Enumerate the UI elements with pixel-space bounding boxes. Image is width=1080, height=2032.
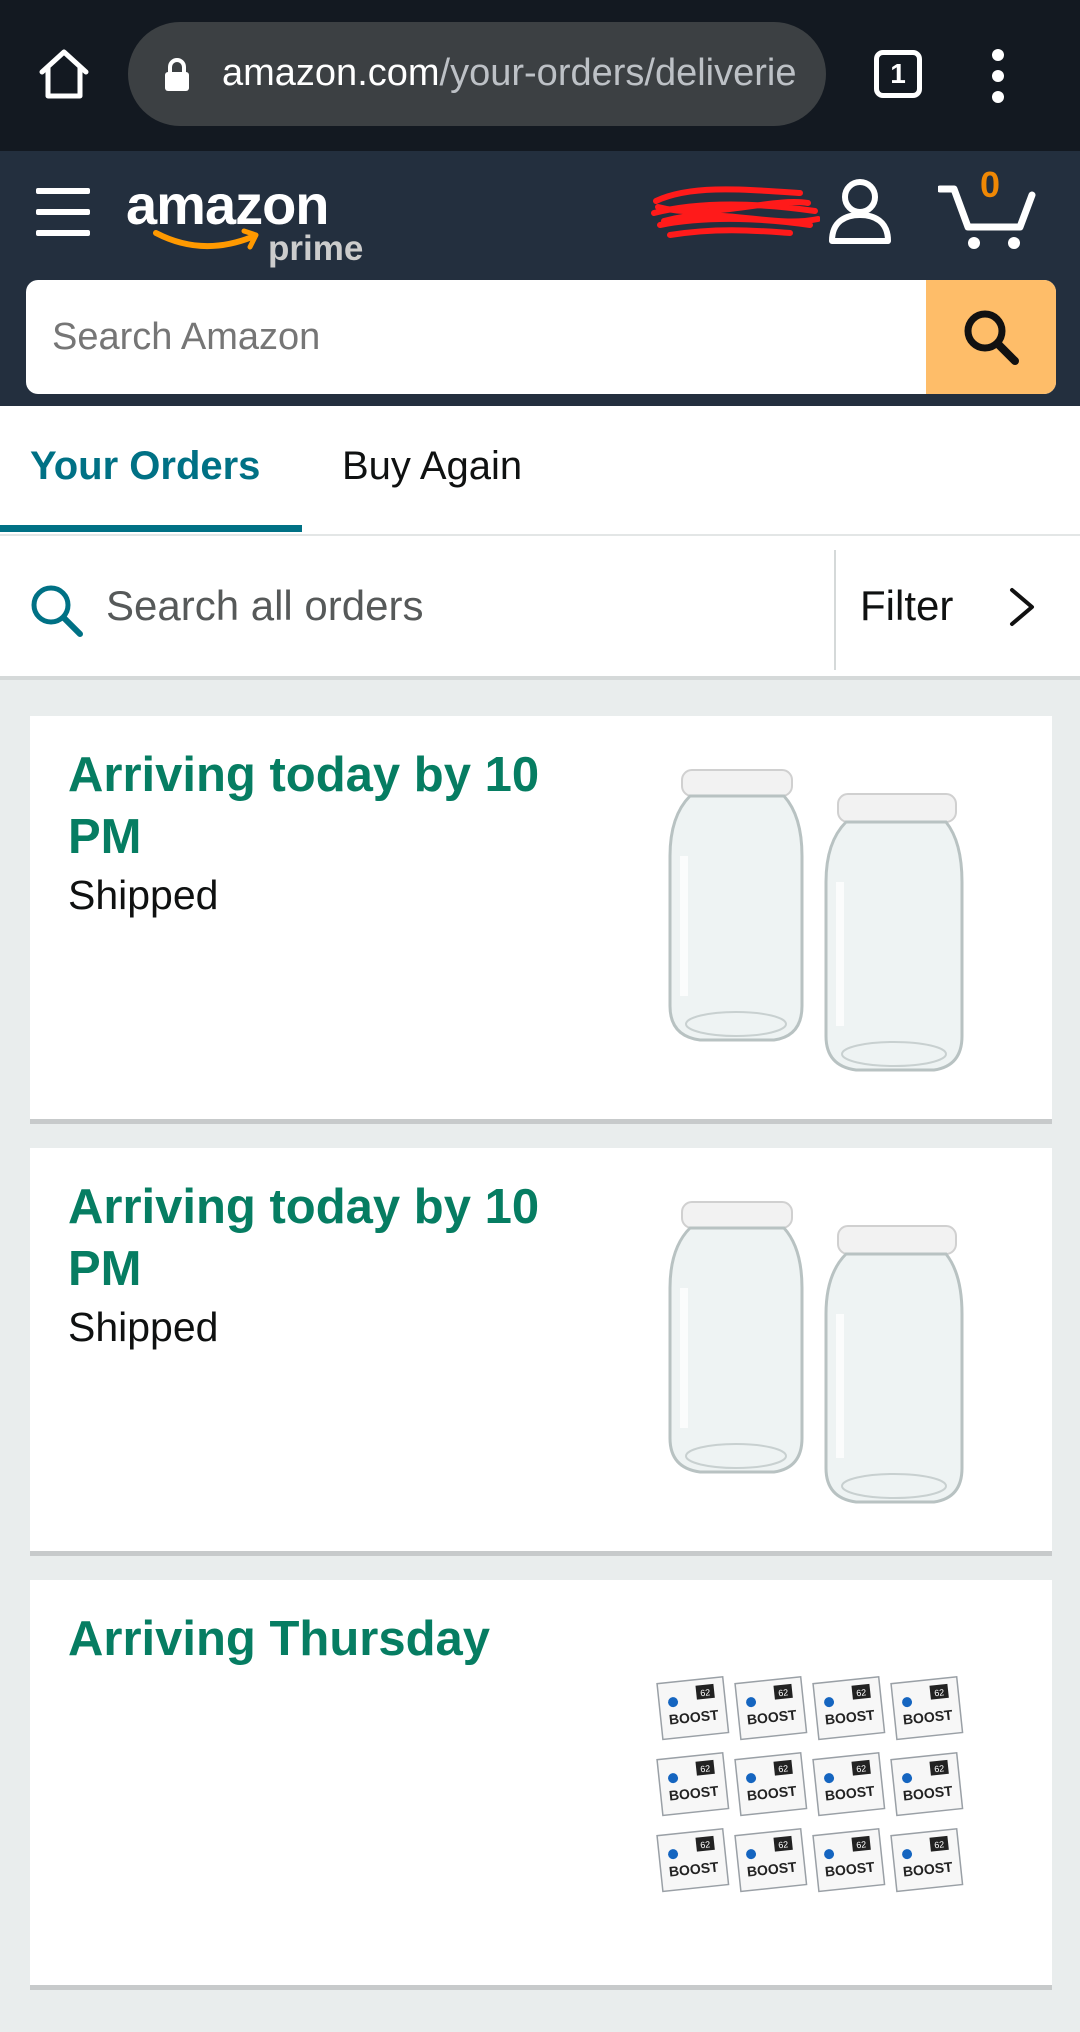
svg-text:62: 62 xyxy=(934,1839,945,1850)
search-box xyxy=(26,280,1056,394)
search-orders-input[interactable] xyxy=(106,576,796,636)
tab-your-orders[interactable]: Your Orders xyxy=(30,442,260,490)
boost-pack: 62BOOST xyxy=(656,1751,730,1817)
orders-tab-bar: Your Orders Buy Again xyxy=(0,406,1080,536)
order-card[interactable]: Arriving Thursday 62 BOOST 62 BOOST 62 BOOST 6… xyxy=(30,1580,1052,1990)
filter-button[interactable]: Filter xyxy=(860,580,953,632)
boost-pack: 62BOOST xyxy=(656,1676,730,1741)
account-icon[interactable] xyxy=(826,177,894,247)
amazon-header: amazon prime 0 xyxy=(0,151,1080,406)
svg-text:62: 62 xyxy=(856,1687,867,1698)
boost-pack: 62BOOST xyxy=(656,1827,730,1893)
svg-text:62: 62 xyxy=(700,1687,711,1698)
svg-text:62: 62 xyxy=(856,1839,867,1850)
delivery-status-title: Arriving today by 10 PM xyxy=(68,1180,540,1296)
lock-icon xyxy=(165,58,189,91)
url-text: amazon.com/your-orders/deliverie xyxy=(222,52,797,94)
glass-jars-image[interactable] xyxy=(640,1188,1010,1508)
boost-pack: 62BOOST xyxy=(734,1676,808,1741)
cart-button[interactable]: 0 xyxy=(936,165,1038,251)
menu-icon[interactable] xyxy=(36,188,90,236)
svg-text:62: 62 xyxy=(700,1763,711,1774)
boost-pack: 62BOOST xyxy=(812,1827,886,1893)
boost-pack: 62BOOST xyxy=(734,1751,808,1817)
boost-pack: 62BOOST xyxy=(890,1751,964,1817)
boost-pack: 62BOOST xyxy=(812,1751,886,1817)
delivery-status-title: Arriving Thursday xyxy=(68,1612,491,1666)
more-menu-icon[interactable] xyxy=(990,48,1006,104)
glass-jars-image[interactable] xyxy=(640,756,1010,1076)
chevron-right-icon[interactable] xyxy=(1008,586,1036,628)
tab-buy-again[interactable]: Buy Again xyxy=(342,442,522,490)
logo-prime-text: prime xyxy=(268,229,364,268)
boost-pack: 62BOOST xyxy=(734,1827,808,1893)
svg-text:62: 62 xyxy=(856,1763,867,1774)
order-card[interactable]: Arriving today by 10 PM Shipped xyxy=(30,1148,1052,1556)
svg-text:62: 62 xyxy=(778,1763,789,1774)
order-search-bar: Filter xyxy=(0,536,1080,680)
shipping-status: Shipped xyxy=(68,1304,219,1350)
svg-text:62: 62 xyxy=(934,1763,945,1774)
amazon-search-input[interactable] xyxy=(26,280,926,394)
redacted-scribble xyxy=(651,186,820,238)
delivery-status-title: Arriving today by 10 PM xyxy=(68,748,540,864)
boost-packs-image[interactable]: 62BOOST62BOOST62BOOST62BOOST62BOOST62BOO… xyxy=(656,1676,986,1916)
boost-pack: 62BOOST xyxy=(890,1827,964,1893)
tab-switcher-button[interactable]: 1 xyxy=(874,50,922,98)
search-button[interactable] xyxy=(926,280,1056,394)
svg-text:62: 62 xyxy=(700,1839,711,1850)
address-bar[interactable]: amazon.com/your-orders/deliverie xyxy=(128,22,826,126)
divider xyxy=(834,550,836,670)
boost-pack: 62BOOST xyxy=(812,1676,886,1741)
svg-text:62: 62 xyxy=(934,1687,945,1698)
search-icon xyxy=(964,310,1019,365)
home-icon[interactable] xyxy=(34,44,94,104)
cart-count-badge: 0 xyxy=(980,164,1001,205)
boost-pack: 62BOOST xyxy=(890,1676,964,1741)
shipping-status: Shipped xyxy=(68,872,219,918)
search-orders-icon xyxy=(31,585,83,637)
browser-toolbar: amazon.com/your-orders/deliverie 1 xyxy=(0,0,1080,151)
logo-smile-icon xyxy=(153,228,259,250)
active-tab-indicator xyxy=(0,525,302,532)
svg-text:62: 62 xyxy=(778,1839,789,1850)
amazon-prime-logo[interactable]: amazon prime xyxy=(126,171,386,271)
svg-text:62: 62 xyxy=(778,1687,789,1698)
order-card[interactable]: Arriving today by 10 PM Shipped xyxy=(30,716,1052,1124)
